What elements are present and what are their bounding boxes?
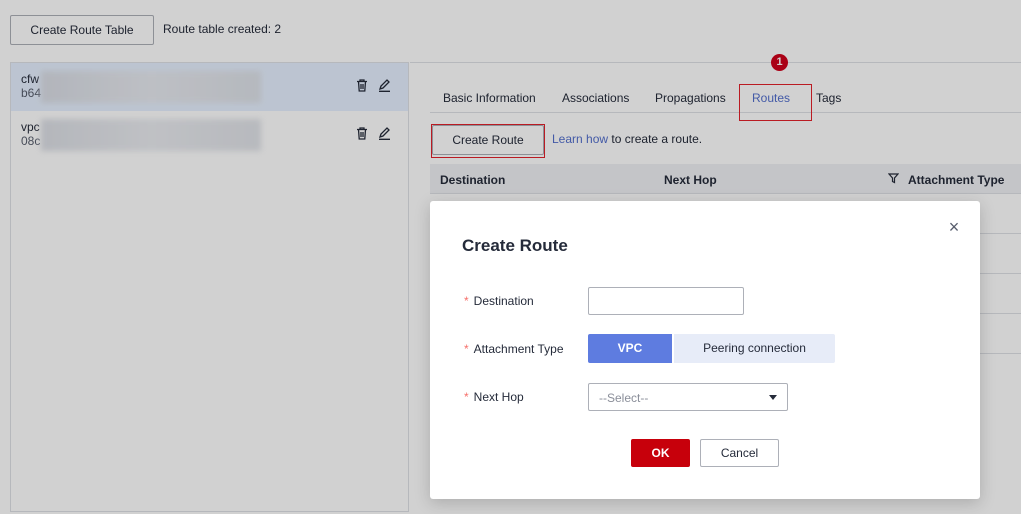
- destination-input[interactable]: [588, 287, 744, 315]
- cancel-button[interactable]: Cancel: [700, 439, 779, 467]
- required-mark: *: [464, 342, 469, 356]
- destination-label: * Destination: [464, 294, 534, 308]
- required-mark: *: [464, 294, 469, 308]
- attachment-type-label: * Attachment Type: [464, 342, 564, 356]
- ok-button[interactable]: OK: [631, 439, 690, 467]
- next-hop-placeholder: --Select--: [599, 391, 649, 405]
- chevron-down-icon: [769, 395, 777, 400]
- attachment-option-peering[interactable]: Peering connection: [674, 334, 835, 363]
- required-mark: *: [464, 390, 469, 404]
- next-hop-label: * Next Hop: [464, 390, 524, 404]
- close-icon[interactable]: ×: [946, 218, 962, 236]
- dialog-title: Create Route: [462, 236, 568, 255]
- next-hop-select[interactable]: --Select--: [588, 383, 788, 411]
- create-route-dialog: Create Route × * Destination * Attachment …: [430, 201, 980, 499]
- attachment-option-vpc[interactable]: VPC: [588, 334, 672, 363]
